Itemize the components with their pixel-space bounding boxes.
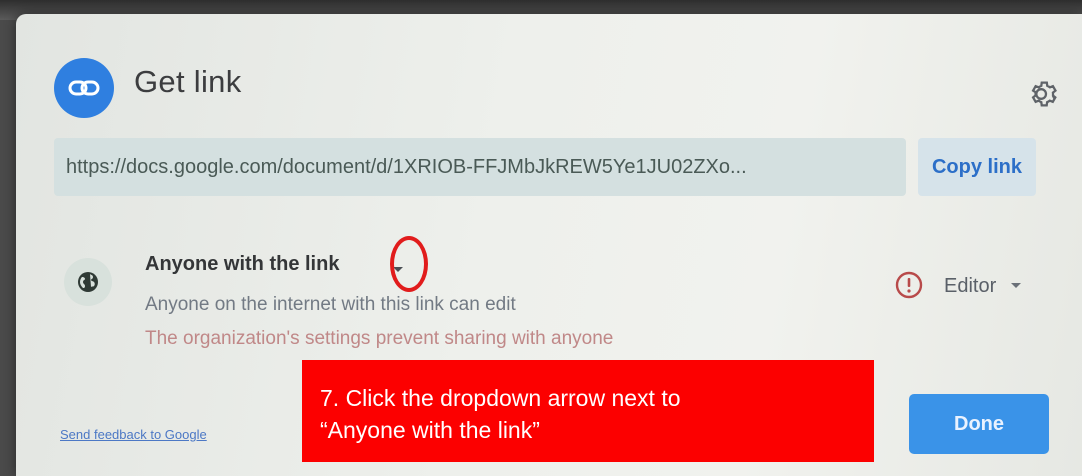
role-label: Editor xyxy=(944,274,997,297)
highlight-ring xyxy=(390,236,428,292)
callout-line-2: “Anyone with the link” xyxy=(320,417,540,443)
general-access-row: Anyone with the link Anyone on the inter… xyxy=(54,236,1064,349)
instruction-callout: 7. Click the dropdown arrow next to “Any… xyxy=(302,360,874,462)
dialog-header: Get link xyxy=(54,58,1064,118)
link-icon xyxy=(54,58,114,118)
callout-line-1: 7. Click the dropdown arrow next to xyxy=(320,385,681,411)
link-row: https://docs.google.com/document/d/1XRIO… xyxy=(54,138,1064,196)
dialog-title: Get link xyxy=(134,64,242,99)
done-button[interactable]: Done xyxy=(909,394,1049,454)
gear-icon[interactable] xyxy=(1026,76,1062,112)
role-select[interactable]: Editor xyxy=(944,272,1022,300)
chevron-down-icon xyxy=(1011,283,1022,288)
access-warning: The organization's settings prevent shar… xyxy=(145,328,614,349)
access-level-label[interactable]: Anyone with the link xyxy=(145,253,339,276)
access-description: Anyone on the internet with this link ca… xyxy=(145,294,516,315)
send-feedback-link[interactable]: Send feedback to Google xyxy=(60,427,207,442)
alert-circle-icon xyxy=(894,270,924,300)
link-url-field[interactable]: https://docs.google.com/document/d/1XRIO… xyxy=(54,138,906,196)
globe-icon xyxy=(64,258,112,306)
copy-link-button[interactable]: Copy link xyxy=(918,138,1036,196)
